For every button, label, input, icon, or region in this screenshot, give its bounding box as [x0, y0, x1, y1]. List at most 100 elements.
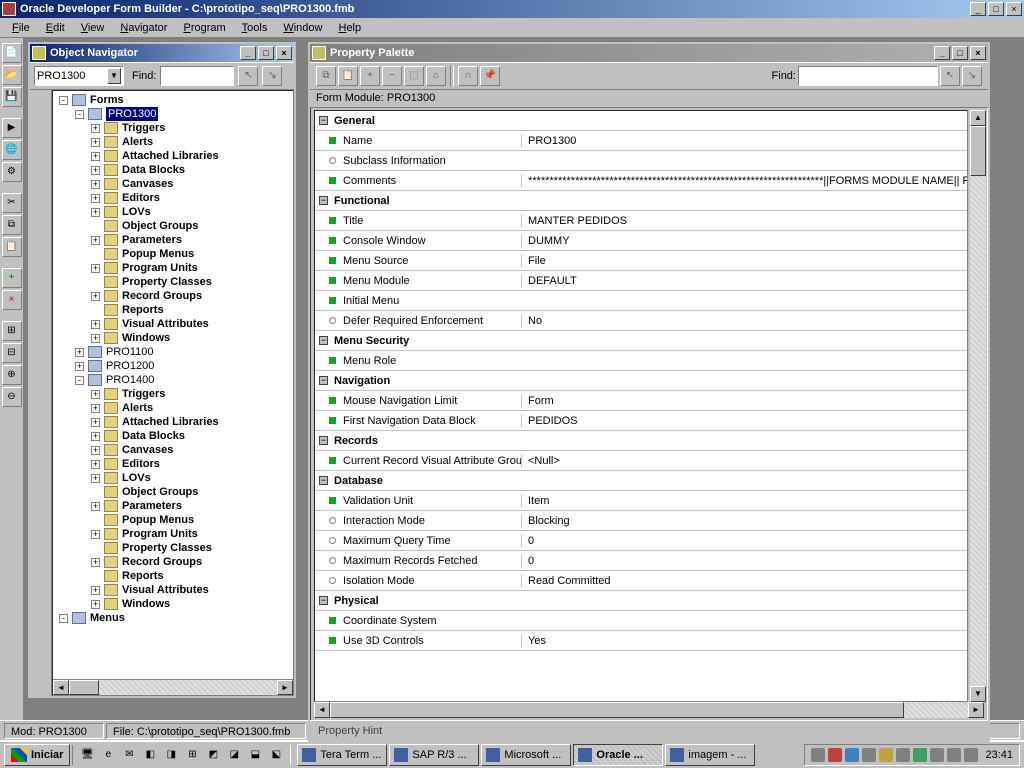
property-value[interactable]: Blocking	[521, 515, 967, 527]
scroll-right-icon[interactable]: ►	[968, 702, 984, 718]
tree-node[interactable]: -Menus	[55, 611, 293, 625]
expand-icon[interactable]: +	[91, 292, 100, 301]
tray-icon[interactable]	[947, 748, 961, 762]
tree-node[interactable]: +Record Groups	[55, 555, 293, 569]
collapse-icon[interactable]: -	[59, 96, 68, 105]
tree-node[interactable]: -PRO1300	[55, 107, 293, 121]
ql-desktop-icon[interactable]: 🖥	[77, 745, 97, 765]
expand-icon[interactable]: +	[91, 558, 100, 567]
taskbar-button[interactable]: Tera Term ...	[297, 744, 387, 766]
tree-node[interactable]: +Triggers	[55, 121, 293, 135]
tree-node[interactable]: +Program Units	[55, 527, 293, 541]
scroll-up-icon[interactable]: ▲	[970, 110, 986, 126]
taskbar-button[interactable]: SAP R/3 ...	[389, 744, 479, 766]
find-prev-icon[interactable]: ↖	[238, 66, 258, 86]
tree-node[interactable]: +Windows	[55, 331, 293, 345]
tree-node[interactable]: +Alerts	[55, 401, 293, 415]
delete-icon[interactable]: ×	[2, 290, 22, 310]
group-collapse-icon[interactable]: −	[319, 436, 328, 445]
minimize-button[interactable]: _	[970, 2, 986, 16]
group-collapse-icon[interactable]: −	[319, 336, 328, 345]
proppal-titlebar[interactable]: Property Palette _ □ ×	[310, 44, 988, 62]
menu-tools[interactable]: Tools	[234, 20, 276, 36]
property-row[interactable]: Defer Required EnforcementNo	[315, 311, 967, 331]
tree-node[interactable]: +PRO1200	[55, 359, 293, 373]
expand-icon[interactable]: +	[75, 362, 84, 371]
tree-node[interactable]: +Visual Attributes	[55, 317, 293, 331]
tray-icon[interactable]	[828, 748, 842, 762]
tree-node[interactable]: +Canvases	[55, 177, 293, 191]
tree-node[interactable]: Reports	[55, 303, 293, 317]
ql-app4-icon[interactable]: ◩	[203, 745, 223, 765]
expand-icon[interactable]: +	[91, 390, 100, 399]
paste-props-icon[interactable]: 📋	[338, 66, 358, 86]
expand-icon[interactable]: +	[91, 446, 100, 455]
property-value[interactable]: PRO1300	[521, 135, 967, 147]
property-value[interactable]: DEFAULT	[521, 275, 967, 287]
tree-node[interactable]: Popup Menus	[55, 513, 293, 527]
property-row[interactable]: Use 3D ControlsYes	[315, 631, 967, 651]
expand-icon[interactable]: +	[91, 530, 100, 539]
taskbar-button[interactable]: imagem - ...	[665, 744, 755, 766]
objnav-close-button[interactable]: ×	[276, 46, 292, 60]
property-row[interactable]: Current Record Visual Attribute Group<Nu…	[315, 451, 967, 471]
menu-navigator[interactable]: Navigator	[112, 20, 175, 36]
expand-icon[interactable]: +	[91, 432, 100, 441]
expand-icon[interactable]: +	[91, 180, 100, 189]
group-collapse-icon[interactable]: −	[319, 116, 328, 125]
tree-node[interactable]: +Data Blocks	[55, 429, 293, 443]
property-row[interactable]: Validation UnitItem	[315, 491, 967, 511]
tray-icon[interactable]	[845, 748, 859, 762]
proppal-minimize-button[interactable]: _	[934, 46, 950, 60]
tree-node[interactable]: Property Classes	[55, 275, 293, 289]
expand-icon[interactable]: +	[91, 320, 100, 329]
property-value[interactable]: <Null>	[521, 455, 967, 467]
taskbar-button[interactable]: Oracle ...	[573, 744, 663, 766]
expand-icon[interactable]: +	[91, 124, 100, 133]
close-button[interactable]: ×	[1006, 2, 1022, 16]
tray-icon[interactable]	[862, 748, 876, 762]
property-row[interactable]: Mouse Navigation LimitForm	[315, 391, 967, 411]
property-row[interactable]: Subclass Information	[315, 151, 967, 171]
tree-node[interactable]: +Visual Attributes	[55, 583, 293, 597]
expand-icon[interactable]: +	[91, 600, 100, 609]
property-value[interactable]: Form	[521, 395, 967, 407]
copy-icon[interactable]: ⧉	[2, 215, 22, 235]
property-row[interactable]: Coordinate System	[315, 611, 967, 631]
property-value[interactable]: Read Committed	[521, 575, 967, 587]
collapse-icon[interactable]: -	[59, 614, 68, 623]
scroll-right-icon[interactable]: ►	[277, 680, 293, 695]
find-next-icon[interactable]: ↘	[262, 66, 282, 86]
proppal-vscrollbar[interactable]: ▲ ▼	[970, 110, 986, 702]
union-icon[interactable]: ∩	[458, 66, 478, 86]
ql-ie-icon[interactable]: e	[98, 745, 118, 765]
tree-node[interactable]: -Forms	[55, 93, 293, 107]
tray-icon[interactable]	[811, 748, 825, 762]
ql-app5-icon[interactable]: ◪	[224, 745, 244, 765]
expand-icon[interactable]: +	[91, 152, 100, 161]
tray-icon[interactable]	[930, 748, 944, 762]
add-prop-icon[interactable]: +	[360, 66, 380, 86]
open-icon[interactable]: 📂	[2, 65, 22, 85]
expand-icon[interactable]: +	[91, 586, 100, 595]
tree-node[interactable]: Reports	[55, 569, 293, 583]
tree-node[interactable]: +Program Units	[55, 261, 293, 275]
objnav-combo[interactable]: PRO1300 ▼	[34, 66, 124, 86]
objnav-minimize-button[interactable]: _	[240, 46, 256, 60]
expand-icon[interactable]: +	[91, 138, 100, 147]
tree-node[interactable]: +Parameters	[55, 499, 293, 513]
tray-icon[interactable]	[879, 748, 893, 762]
tree-node[interactable]: -PRO1400	[55, 373, 293, 387]
ql-app2-icon[interactable]: ◨	[161, 745, 181, 765]
menu-window[interactable]: Window	[275, 20, 330, 36]
expand-icon[interactable]: +	[91, 418, 100, 427]
property-value[interactable]: DUMMY	[521, 235, 967, 247]
expand-icon[interactable]: +	[75, 348, 84, 357]
debug-icon[interactable]: ⚙	[2, 162, 22, 182]
collapseall-icon[interactable]: ⊖	[2, 387, 22, 407]
property-row[interactable]: Console WindowDUMMY	[315, 231, 967, 251]
property-row[interactable]: Menu Role	[315, 351, 967, 371]
menu-file[interactable]: File	[4, 20, 38, 36]
start-button[interactable]: Iniciar	[4, 744, 70, 766]
pin-icon[interactable]: 📌	[480, 66, 500, 86]
